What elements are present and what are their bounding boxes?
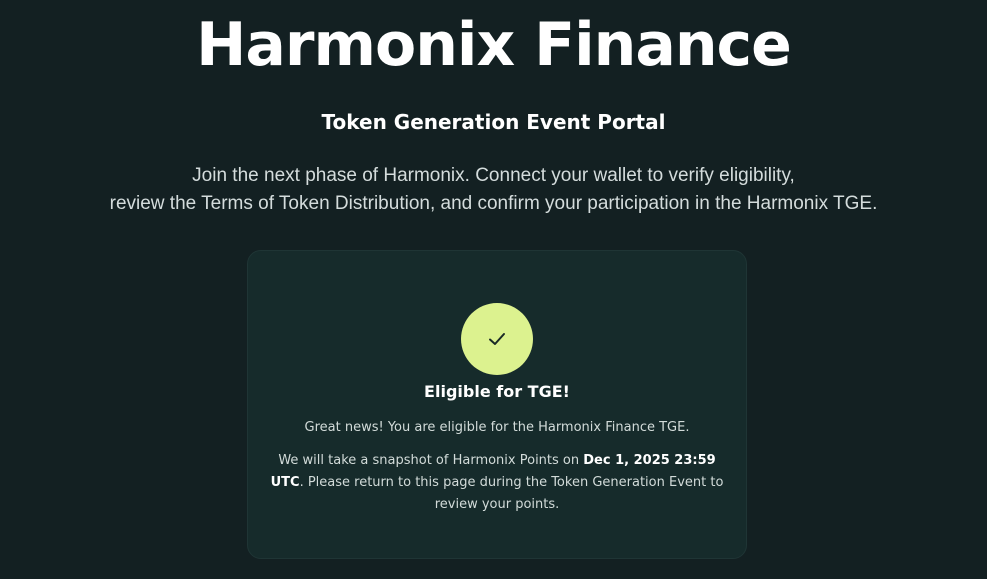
snapshot-suffix: . Please return to this page during the … [299,475,724,512]
page-subtitle: Token Generation Event Portal [321,110,666,134]
eligibility-card: Eligible for TGE! Great news! You are el… [247,250,747,559]
snapshot-prefix: We will take a snapshot of Harmonix Poin… [278,453,584,468]
eligibility-title: Eligible for TGE! [424,382,570,401]
description-line-1: Join the next phase of Harmonix. Connect… [192,165,795,186]
eligibility-status-badge [461,303,533,375]
description-line-2: review the Terms of Token Distribution, … [109,193,878,214]
tge-portal-page: Harmonix Finance Token Generation Event … [0,0,987,579]
eligibility-message: Great news! You are eligible for the Har… [304,420,690,435]
check-icon [489,333,505,345]
page-description: Join the next phase of Harmonix. Connect… [0,162,987,218]
page-title: Harmonix Finance [196,10,792,80]
snapshot-info: We will take a snapshot of Harmonix Poin… [268,450,726,516]
